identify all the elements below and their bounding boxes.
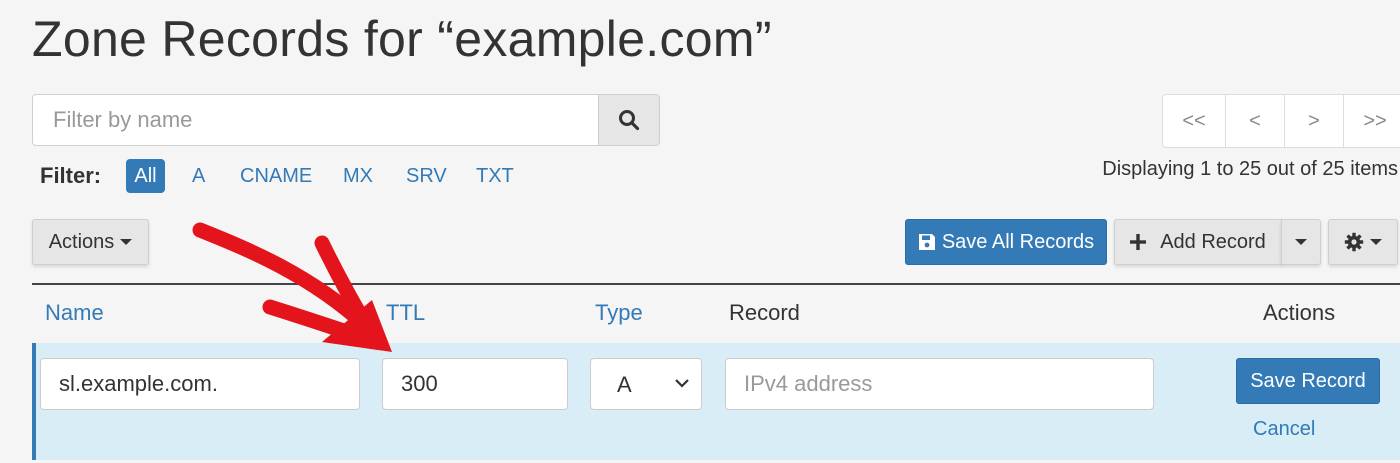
filter-all[interactable]: All: [126, 159, 165, 193]
table-divider: [32, 283, 1400, 285]
first-page-button[interactable]: <<: [1162, 94, 1226, 148]
cancel-link[interactable]: Cancel: [1253, 418, 1315, 441]
column-header-actions: Actions: [1263, 300, 1336, 325]
filter-txt[interactable]: TXT: [468, 159, 522, 193]
pagination-summary: Displaying 1 to 25 out of 25 items: [1102, 158, 1398, 180]
caret-down-icon: [1370, 239, 1382, 245]
settings-dropdown-button[interactable]: [1328, 219, 1398, 265]
column-header-type[interactable]: Type: [595, 300, 643, 326]
record-ttl-input[interactable]: [382, 358, 568, 410]
filter-mx[interactable]: MX: [335, 159, 381, 193]
actions-label: Actions: [48, 230, 115, 253]
column-header-record: Record: [729, 300, 800, 325]
pagination: << < > >>: [1162, 94, 1400, 148]
column-header-name[interactable]: Name: [45, 300, 104, 326]
filter-cname[interactable]: CNAME: [232, 159, 320, 193]
search-icon: [619, 110, 640, 131]
gear-icon: [1344, 232, 1364, 252]
search-button[interactable]: [598, 94, 660, 146]
add-record-button[interactable]: Add Record: [1114, 219, 1282, 265]
last-page-button[interactable]: >>: [1343, 94, 1400, 148]
actions-dropdown-button[interactable]: Actions: [32, 219, 149, 265]
arrow-annotation: [192, 222, 392, 352]
page-title: Zone Records for “example.com”: [32, 11, 772, 67]
plus-icon: [1130, 234, 1147, 250]
filter-label: Filter:: [40, 163, 102, 188]
next-page-button[interactable]: >: [1284, 94, 1344, 148]
save-all-label: Save All Records: [941, 230, 1095, 253]
prev-page-button[interactable]: <: [1225, 94, 1285, 148]
record-type-value: A: [617, 372, 632, 397]
record-type-select[interactable]: A: [590, 358, 702, 410]
record-address-input[interactable]: [725, 358, 1154, 410]
filter-a[interactable]: A: [184, 159, 213, 193]
search-group: [32, 94, 660, 146]
chevron-down-icon: [675, 379, 689, 388]
caret-down-icon: [120, 239, 133, 245]
save-record-button[interactable]: Save Record: [1236, 358, 1380, 404]
search-input[interactable]: [32, 94, 621, 146]
caret-down-icon: [1295, 239, 1307, 245]
column-header-ttl[interactable]: TTL: [386, 300, 425, 326]
save-all-records-button[interactable]: Save All Records: [905, 219, 1107, 265]
add-record-dropdown-toggle[interactable]: [1281, 219, 1321, 265]
record-name-input[interactable]: [40, 358, 360, 410]
save-icon: [918, 234, 935, 250]
filter-srv[interactable]: SRV: [398, 159, 455, 193]
add-record-label: Add Record: [1160, 230, 1266, 253]
